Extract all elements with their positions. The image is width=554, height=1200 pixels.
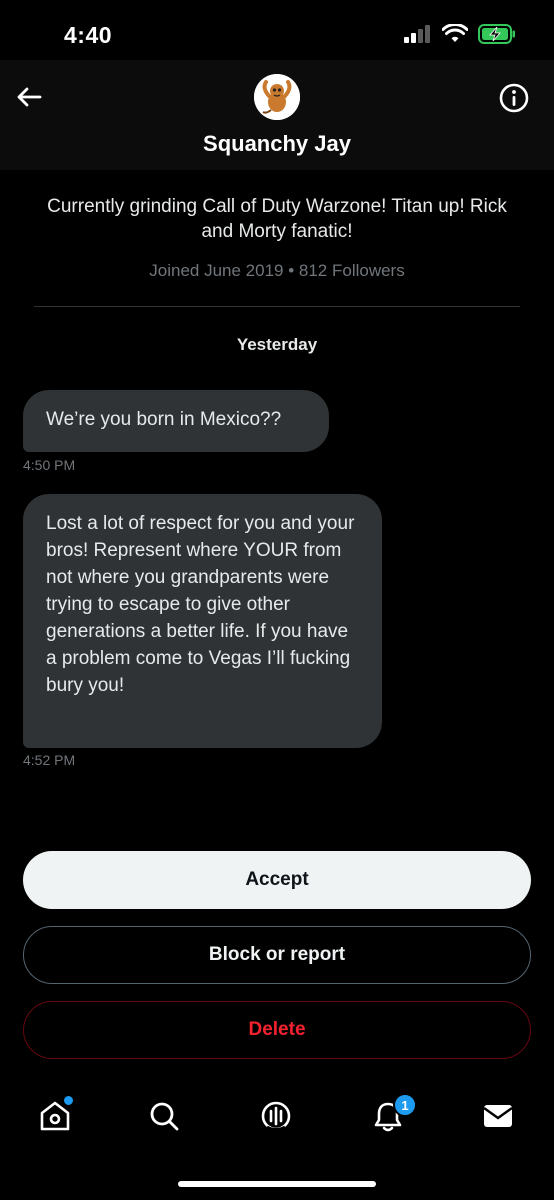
profile-meta: Joined June 2019 • 812 Followers [149, 261, 405, 280]
search-icon[interactable] [146, 1098, 182, 1134]
display-name: Squanchy Jay [203, 131, 351, 156]
avatar-image [254, 74, 300, 120]
wifi-icon [442, 24, 468, 42]
message-timestamp: 4:52 PM [23, 752, 76, 768]
info-icon[interactable] [498, 82, 530, 114]
messages-icon[interactable] [480, 1098, 516, 1134]
notification-badge: 1 [393, 1093, 417, 1117]
back-arrow-icon[interactable] [14, 82, 44, 112]
cellular-signal-icon [404, 25, 430, 43]
battery-charging-icon [478, 24, 515, 44]
avatar[interactable] [254, 74, 300, 120]
home-indicator[interactable] [178, 1181, 376, 1187]
profile-bio: Currently grinding Call of Duty Warzone!… [47, 196, 507, 242]
message-timestamp: 4:50 PM [23, 457, 76, 473]
accept-button[interactable]: Accept [23, 851, 531, 909]
status-icons [404, 24, 516, 44]
message-bubble[interactable]: We’re you born in Mexico?? [23, 390, 329, 452]
delete-button[interactable]: Delete [23, 1001, 531, 1059]
status-time: 4:40 [64, 22, 113, 48]
spaces-icon[interactable] [258, 1098, 294, 1134]
date-separator: Yesterday [236, 335, 318, 354]
message-bubble[interactable]: Lost a lot of respect for you and your b… [23, 494, 382, 748]
block-or-report-button[interactable]: Block or report [23, 926, 531, 984]
home-unread-dot [62, 1094, 75, 1107]
divider [34, 306, 520, 307]
